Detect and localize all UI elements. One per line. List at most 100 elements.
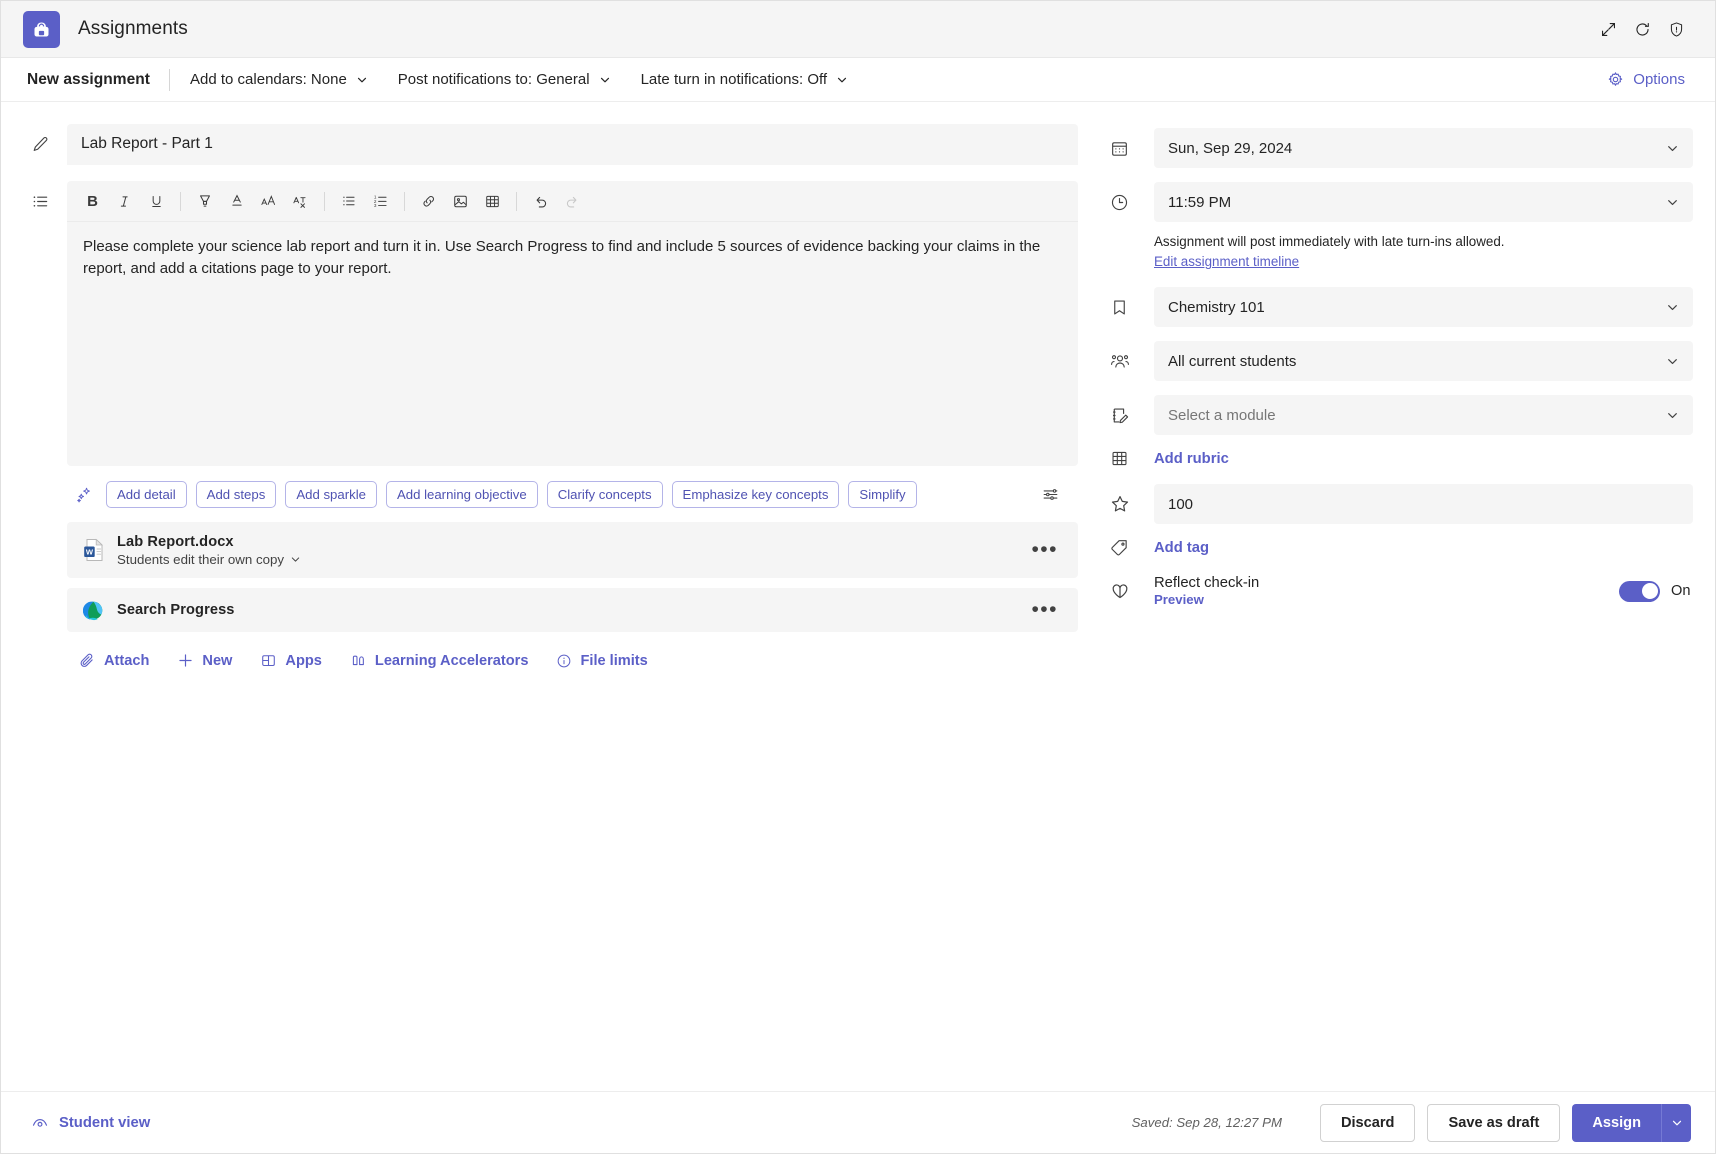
students-select[interactable]: All current students bbox=[1154, 341, 1693, 382]
pencil-icon bbox=[23, 124, 67, 165]
attachment-body: Lab Report.docx Students edit their own … bbox=[117, 534, 1027, 567]
bulleted-list-button[interactable] bbox=[333, 187, 364, 216]
undo-icon[interactable] bbox=[525, 187, 556, 216]
chip-add-sparkle[interactable]: Add sparkle bbox=[285, 480, 377, 508]
chevron-down-icon bbox=[599, 74, 611, 86]
add-rubric-link[interactable]: Add rubric bbox=[1154, 451, 1229, 467]
chevron-down-icon bbox=[1666, 355, 1679, 368]
highlight-button[interactable] bbox=[189, 187, 220, 216]
toolbar-separator bbox=[180, 191, 181, 211]
refresh-icon[interactable] bbox=[1625, 12, 1659, 46]
redo-icon[interactable] bbox=[557, 187, 588, 216]
chip-emphasize-key-concepts[interactable]: Emphasize key concepts bbox=[671, 480, 840, 508]
heart-icon bbox=[1110, 581, 1154, 601]
people-icon bbox=[1110, 351, 1154, 371]
post-notifications-label: Post notifications to: General bbox=[397, 71, 590, 88]
edit-assignment-timeline-link[interactable]: Edit assignment timeline bbox=[1154, 254, 1299, 269]
link-icon[interactable] bbox=[413, 187, 444, 216]
chip-add-steps[interactable]: Add steps bbox=[195, 480, 277, 508]
attach-link[interactable]: Attach bbox=[79, 652, 149, 669]
font-color-button[interactable] bbox=[221, 187, 252, 216]
module-select[interactable]: Select a module bbox=[1154, 395, 1693, 436]
chip-clarify-concepts[interactable]: Clarify concepts bbox=[546, 480, 663, 508]
right-sidebar: Sun, Sep 29, 2024 11:59 PM Assignment wi… bbox=[1078, 124, 1693, 1091]
class-icon bbox=[1110, 298, 1154, 317]
image-icon[interactable] bbox=[445, 187, 476, 216]
reflect-toggle-state: On bbox=[1671, 583, 1691, 600]
assignment-description-text[interactable]: Please complete your science lab report … bbox=[67, 222, 1078, 466]
footer-bar: Student view Saved: Sep 28, 12:27 PM Dis… bbox=[1, 1091, 1715, 1153]
assignment-title-input[interactable] bbox=[67, 124, 1078, 165]
file-limits-link[interactable]: File limits bbox=[556, 653, 648, 669]
add-tag-link[interactable]: Add tag bbox=[1154, 540, 1209, 556]
numbered-list-button[interactable]: 123 bbox=[365, 187, 396, 216]
class-select[interactable]: Chemistry 101 bbox=[1154, 287, 1693, 328]
student-view-label: Student view bbox=[59, 1114, 151, 1131]
chevron-down-icon bbox=[1666, 301, 1679, 314]
ai-suggestions-bar: Add detail Add steps Add sparkle Add lea… bbox=[67, 470, 1078, 518]
ai-settings-icon[interactable] bbox=[1036, 480, 1064, 508]
chip-add-detail[interactable]: Add detail bbox=[106, 480, 187, 508]
post-notifications-dropdown[interactable]: Post notifications to: General bbox=[388, 66, 621, 93]
attachment-actions-row: Attach New Apps Learning Accelerators Fi… bbox=[67, 642, 1078, 669]
options-button[interactable]: Options bbox=[1599, 66, 1693, 93]
attachment-item-search-progress[interactable]: Search Progress ••• bbox=[67, 588, 1078, 632]
due-date-select[interactable]: Sun, Sep 29, 2024 bbox=[1154, 128, 1693, 168]
class-row: Chemistry 101 bbox=[1110, 287, 1693, 328]
table-icon[interactable] bbox=[477, 187, 508, 216]
options-label: Options bbox=[1633, 71, 1685, 88]
attachment-more-options-button[interactable]: ••• bbox=[1027, 599, 1062, 620]
shield-info-icon[interactable] bbox=[1659, 12, 1693, 46]
new-link[interactable]: New bbox=[177, 652, 232, 669]
class-value: Chemistry 101 bbox=[1168, 298, 1265, 316]
main-body: B bbox=[1, 102, 1715, 1091]
new-label: New bbox=[202, 652, 233, 669]
command-separator bbox=[169, 68, 171, 91]
font-size-button[interactable] bbox=[253, 187, 284, 216]
attachment-body: Search Progress bbox=[117, 602, 1027, 618]
reflect-check-in-row: Reflect check-in Preview On bbox=[1110, 575, 1693, 607]
assign-dropdown-button[interactable] bbox=[1661, 1103, 1691, 1142]
chevron-down-icon bbox=[290, 554, 301, 565]
italic-button[interactable] bbox=[109, 187, 140, 216]
late-turn-in-label: Late turn in notifications: Off bbox=[640, 71, 828, 88]
add-to-calendars-label: Add to calendars: None bbox=[190, 71, 347, 88]
tag-icon bbox=[1110, 538, 1154, 557]
backpack-icon bbox=[23, 10, 60, 48]
points-input[interactable] bbox=[1154, 484, 1693, 525]
star-icon bbox=[1110, 494, 1154, 514]
due-time-select[interactable]: 11:59 PM bbox=[1154, 182, 1693, 222]
chevron-down-icon bbox=[836, 74, 848, 86]
attachment-item-lab-report[interactable]: W Lab Report.docx Students edit their ow… bbox=[67, 522, 1078, 578]
late-turn-in-notifications-dropdown[interactable]: Late turn in notifications: Off bbox=[631, 66, 859, 93]
students-row: All current students bbox=[1110, 341, 1693, 382]
chip-simplify[interactable]: Simplify bbox=[848, 480, 917, 508]
points-row bbox=[1110, 484, 1693, 525]
student-view-button[interactable]: Student view bbox=[31, 1114, 150, 1132]
underline-button[interactable] bbox=[141, 187, 172, 216]
chip-add-learning-objective[interactable]: Add learning objective bbox=[385, 480, 538, 508]
reflect-preview-link[interactable]: Preview bbox=[1154, 592, 1619, 607]
students-value: All current students bbox=[1168, 352, 1297, 370]
attachment-permission-dropdown[interactable]: Students edit their own copy bbox=[117, 552, 1027, 567]
save-as-draft-button[interactable]: Save as draft bbox=[1427, 1103, 1561, 1142]
assign-button[interactable]: Assign bbox=[1572, 1103, 1661, 1142]
due-date-row: Sun, Sep 29, 2024 bbox=[1110, 128, 1693, 168]
learning-accelerators-link[interactable]: Learning Accelerators bbox=[350, 652, 528, 669]
reflect-body: Reflect check-in Preview bbox=[1154, 575, 1619, 607]
attachment-name: Lab Report.docx bbox=[117, 533, 234, 550]
expand-icon[interactable] bbox=[1591, 12, 1625, 46]
add-to-calendars-dropdown[interactable]: Add to calendars: None bbox=[180, 66, 378, 93]
clock-icon bbox=[1110, 193, 1154, 212]
clear-formatting-button[interactable] bbox=[285, 187, 316, 216]
module-row: Select a module bbox=[1110, 395, 1693, 436]
attachment-more-options-button[interactable]: ••• bbox=[1027, 539, 1062, 560]
apps-link[interactable]: Apps bbox=[260, 652, 322, 669]
bold-button[interactable]: B bbox=[77, 187, 108, 216]
discard-button[interactable]: Discard bbox=[1319, 1103, 1416, 1142]
reflect-toggle[interactable] bbox=[1619, 580, 1660, 602]
left-column: B bbox=[23, 124, 1078, 1091]
eye-preview-icon bbox=[31, 1114, 49, 1132]
formatting-toolbar: B 1 2 3 bbox=[67, 181, 1078, 222]
apps-icon bbox=[260, 652, 277, 669]
